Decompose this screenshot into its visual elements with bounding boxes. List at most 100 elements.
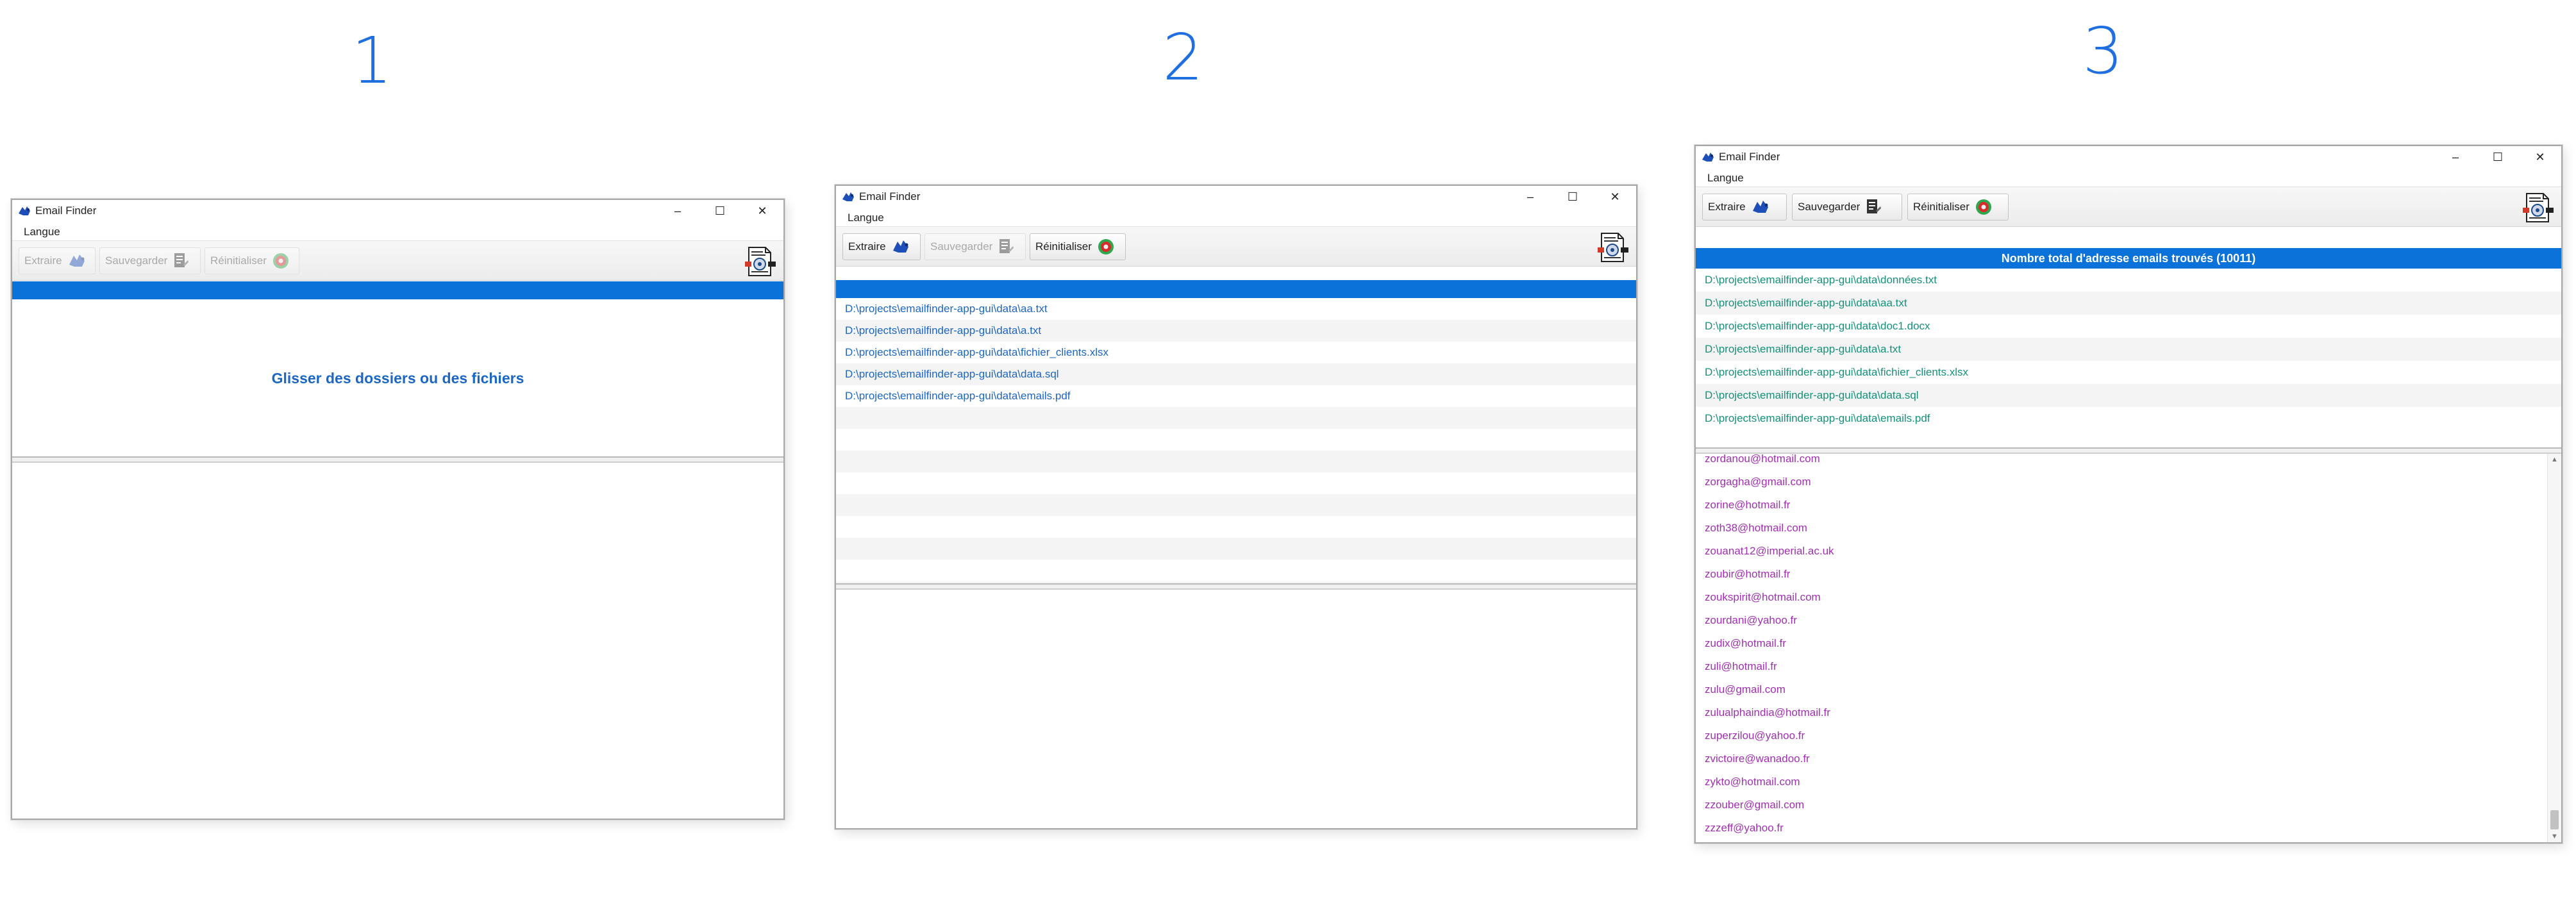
maximize-button[interactable]: ☐	[2477, 146, 2519, 168]
reset-button-label: Réinitialiser	[1035, 240, 1092, 253]
email-item[interactable]: zzouber@gmail.com	[1696, 794, 2547, 817]
export-document-icon[interactable]	[1596, 232, 1630, 263]
file-row[interactable]: D:\projects\emailfinder-app-gui\data\aa.…	[1696, 292, 2561, 315]
email-item[interactable]: zudix@hotmail.fr	[1696, 632, 2547, 655]
empty-row	[836, 560, 1636, 581]
email-item[interactable]: zuperzilou@yahoo.fr	[1696, 724, 2547, 747]
menu-language[interactable]: Langue	[848, 212, 884, 224]
file-row[interactable]: D:\projects\emailfinder-app-gui\data\fic…	[1696, 361, 2561, 384]
save-button[interactable]: Sauvegarder	[99, 247, 201, 274]
file-list: D:\projects\emailfinder-app-gui\data\don…	[1696, 269, 2561, 431]
file-row[interactable]: D:\projects\emailfinder-app-gui\data\ema…	[1696, 407, 2561, 430]
save-button[interactable]: Sauvegarder	[924, 233, 1026, 260]
email-item[interactable]: zouanat12@imperial.ac.uk	[1696, 540, 2547, 563]
email-list-scrollbar[interactable]: ▲ ▼	[2547, 454, 2561, 842]
status-bar	[12, 281, 783, 299]
file-row[interactable]: D:\projects\emailfinder-app-gui\data\dat…	[1696, 384, 2561, 407]
email-item[interactable]: zuli@hotmail.fr	[1696, 655, 2547, 678]
reset-button[interactable]: Réinitialiser	[205, 247, 299, 274]
file-row[interactable]: D:\projects\emailfinder-app-gui\data\a.t…	[1696, 338, 2561, 361]
email-item[interactable]: zoukspirit@hotmail.com	[1696, 586, 2547, 609]
file-row[interactable]: D:\projects\emailfinder-app-gui\data\a.t…	[836, 320, 1636, 342]
app-logo-icon	[1701, 151, 1716, 163]
extract-button-label: Extraire	[24, 254, 62, 267]
empty-row	[836, 516, 1636, 538]
email-item[interactable]: zordanou@hotmail.com	[1696, 454, 2547, 470]
step-number-3: 3	[2082, 13, 2123, 88]
reset-button-label: Réinitialiser	[1913, 201, 1970, 213]
panel-splitter[interactable]	[836, 583, 1636, 590]
panel-splitter[interactable]	[1696, 447, 2561, 454]
menu-language[interactable]: Langue	[24, 226, 60, 238]
email-item[interactable]: zoth38@hotmail.com	[1696, 517, 2547, 540]
email-item[interactable]: zvictoire@wanadoo.fr	[1696, 747, 2547, 770]
empty-row	[836, 538, 1636, 560]
extract-button-label: Extraire	[1708, 201, 1746, 213]
email-list: zordanou@hotmail.com zorgagha@gmail.com …	[1696, 454, 2561, 842]
file-row[interactable]: D:\projects\emailfinder-app-gui\data\aa.…	[836, 298, 1636, 320]
title-bar[interactable]: Email Finder – ☐ ✕	[12, 200, 783, 222]
email-item[interactable]: zoubir@hotmail.fr	[1696, 563, 2547, 586]
panel-splitter[interactable]	[12, 456, 783, 463]
file-row[interactable]: D:\projects\emailfinder-app-gui\data\don…	[1696, 269, 2561, 292]
step-number-2: 2	[1162, 20, 1203, 95]
results-panel	[836, 590, 1636, 828]
extract-button[interactable]: Extraire	[1702, 194, 1787, 220]
reset-icon	[1975, 198, 1993, 216]
file-row[interactable]: D:\projects\emailfinder-app-gui\data\fic…	[836, 342, 1636, 363]
extract-button[interactable]: Extraire	[19, 247, 96, 274]
save-button[interactable]: Sauvegarder	[1792, 194, 1902, 220]
window-title: Email Finder	[1719, 151, 1780, 163]
reset-icon	[1097, 238, 1115, 256]
close-button[interactable]: ✕	[741, 200, 783, 222]
menu-bar: Langue	[1696, 168, 2561, 187]
extract-icon	[67, 253, 89, 269]
scroll-up-arrow-icon[interactable]: ▲	[2548, 454, 2561, 465]
file-row[interactable]: D:\projects\emailfinder-app-gui\data\dat…	[836, 363, 1636, 385]
email-item[interactable]: zourdani@yahoo.fr	[1696, 609, 2547, 632]
export-document-icon[interactable]	[744, 246, 777, 277]
maximize-button[interactable]: ☐	[1551, 186, 1594, 208]
window-title: Email Finder	[35, 204, 97, 217]
save-icon	[1865, 198, 1882, 216]
email-item[interactable]: zulualphaindia@hotmail.fr	[1696, 701, 2547, 724]
minimize-button[interactable]: –	[657, 200, 699, 222]
empty-row	[836, 494, 1636, 516]
minimize-button[interactable]: –	[2434, 146, 2477, 168]
file-row[interactable]: D:\projects\emailfinder-app-gui\data\ema…	[836, 385, 1636, 407]
file-row[interactable]: D:\projects\emailfinder-app-gui\data\doc…	[1696, 315, 2561, 338]
close-button[interactable]: ✕	[1594, 186, 1636, 208]
drop-zone[interactable]: Glisser des dossiers ou des fichiers	[12, 299, 783, 456]
email-item[interactable]: zykto@hotmail.com	[1696, 770, 2547, 794]
toolbar: Extraire Sauvegarder Réinitialiser	[836, 227, 1636, 267]
results-panel	[12, 463, 783, 819]
menu-language[interactable]: Langue	[1707, 172, 1744, 185]
title-bar[interactable]: Email Finder – ☐ ✕	[1696, 146, 2561, 168]
email-item[interactable]: zorgagha@gmail.com	[1696, 470, 2547, 494]
close-button[interactable]: ✕	[2519, 146, 2561, 168]
extract-button[interactable]: Extraire	[842, 233, 921, 260]
drop-zone-text: Glisser des dossiers ou des fichiers	[271, 370, 524, 387]
app-logo-icon	[841, 190, 857, 203]
email-item[interactable]: zzzeff@yahoo.fr	[1696, 817, 2547, 840]
save-button-label: Sauvegarder	[930, 240, 993, 253]
email-count-header: Nombre total d'adresse emails trouvés (1…	[1696, 248, 2561, 269]
status-bar	[836, 280, 1636, 298]
email-item[interactable]: zorine@hotmail.fr	[1696, 494, 2547, 517]
app-logo-icon	[17, 204, 33, 217]
empty-row	[836, 451, 1636, 472]
reset-button-label: Réinitialiser	[210, 254, 267, 267]
reset-button[interactable]: Réinitialiser	[1030, 233, 1126, 260]
scroll-down-arrow-icon[interactable]: ▼	[2548, 831, 2561, 842]
reset-icon	[272, 252, 290, 270]
save-button-label: Sauvegarder	[1798, 201, 1861, 213]
minimize-button[interactable]: –	[1509, 186, 1551, 208]
email-item[interactable]: zulu@gmail.com	[1696, 678, 2547, 701]
title-bar[interactable]: Email Finder – ☐ ✕	[836, 186, 1636, 208]
export-document-icon[interactable]	[2522, 192, 2555, 223]
scrollbar-thumb[interactable]	[2550, 810, 2559, 829]
reset-button[interactable]: Réinitialiser	[1907, 194, 2009, 220]
step-number-1: 1	[351, 23, 392, 98]
maximize-button[interactable]: ☐	[699, 200, 741, 222]
save-button-label: Sauvegarder	[105, 254, 168, 267]
